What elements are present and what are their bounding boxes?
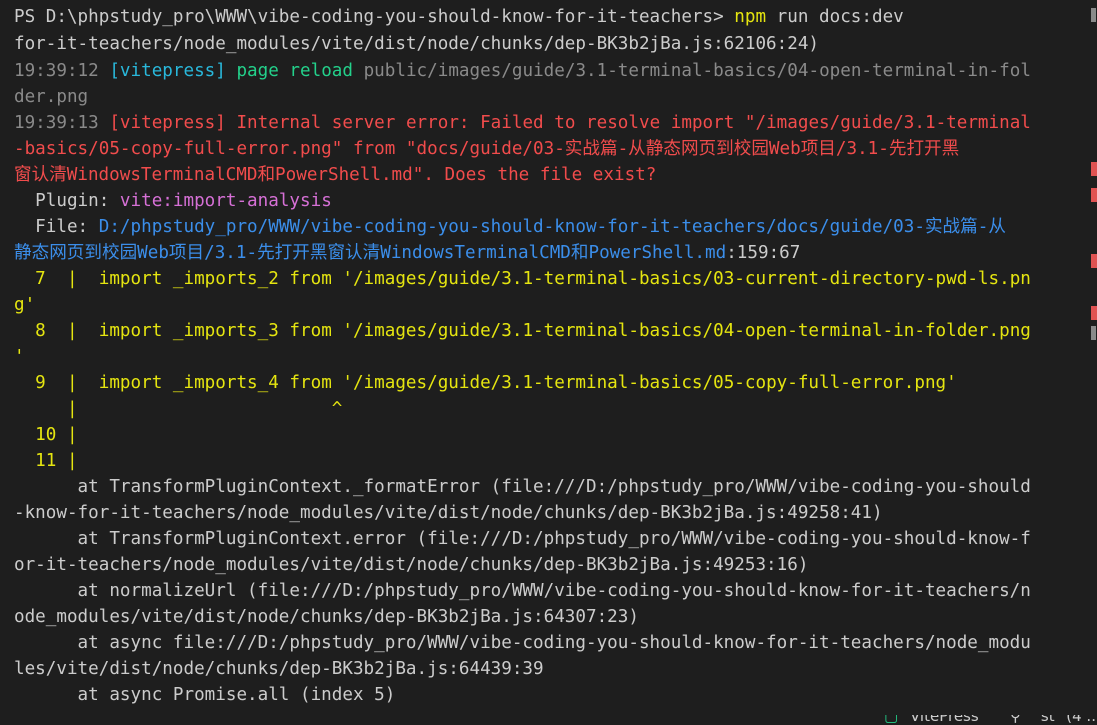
error-log-line: 19:39:13 [vitepress] Internal server err… <box>14 110 1031 136</box>
log-path: public/images/guide/3.1-terminal-basics/… <box>363 61 1031 81</box>
status-box-icon: ▢ <box>884 715 899 725</box>
scroll-marker <box>1091 8 1096 22</box>
scroll-marker <box>1091 326 1096 340</box>
file-position: :159:67 <box>726 243 801 263</box>
prompt-line: PS D:\phpstudy_pro\WWW\vibe-coding-you-s… <box>14 4 904 30</box>
error-marker <box>1091 162 1097 176</box>
code-gutter: 7 | <box>14 269 99 289</box>
prompt-path: PS D:\phpstudy_pro\WWW\vibe-coding-you-s… <box>14 7 724 27</box>
code-gutter: 8 | <box>14 321 99 341</box>
stack-frame-wrap: ode_modules/vite/dist/node/chunks/dep-BK… <box>14 607 639 627</box>
code-wrap: g' <box>14 295 36 315</box>
error-marker <box>1091 254 1097 268</box>
error-marker <box>1091 188 1097 202</box>
stack-frame: at async Promise.all (index 5) <box>14 685 396 705</box>
command-npm: npm <box>734 7 767 27</box>
file-label: File: <box>14 217 89 237</box>
log-timestamp: 19:39:13 <box>14 113 99 133</box>
stack-frame: at normalizeUrl (file:///D:/phpstudy_pro… <box>14 581 1031 601</box>
terminal-scrollbar[interactable] <box>1085 0 1097 700</box>
status-bar: ▢ VitePress ⚲ "st" (4 ... <box>0 715 1097 725</box>
log-tag: [vitepress] <box>109 113 226 133</box>
code-line-7: 7 | import _imports_2 from '/images/guid… <box>14 266 1031 292</box>
file-line-wrap: 静态网页到校园Web项目/3.1-先打开黑窗认清WindowsTerminalC… <box>14 240 800 266</box>
code-wrap: ' <box>14 347 25 367</box>
reload-log-line: 19:39:12 [vitepress] page reload public/… <box>14 58 1031 84</box>
code-line-11: 11 | <box>14 451 78 471</box>
log-message: page reload <box>236 61 353 81</box>
code-line-8: 8 | import _imports_3 from '/images/guid… <box>14 318 1031 344</box>
status-item-vitepress[interactable]: VitePress <box>910 715 979 725</box>
code-line-9: 9 | import _imports_4 from '/images/guid… <box>14 370 957 396</box>
error-caret-line: | ^ <box>14 399 343 419</box>
file-line: File: D:/phpstudy_pro/WWW/vibe-coding-yo… <box>14 214 1006 240</box>
code-text: import _imports_3 from '/images/guide/3.… <box>98 321 1031 341</box>
code-gutter: 9 | <box>14 373 99 393</box>
plugin-value: vite:import-analysis <box>109 191 332 211</box>
file-path-wrap[interactable]: 静态网页到校园Web项目/3.1-先打开黑窗认清WindowsTerminalC… <box>14 243 726 263</box>
stack-frame: at TransformPluginContext.error (file://… <box>14 529 1031 549</box>
terminal-output[interactable]: PS D:\phpstudy_pro\WWW\vibe-coding-you-s… <box>0 0 1080 725</box>
status-item-gear-icon: ⚲ <box>1010 715 1021 725</box>
plugin-line: Plugin: vite:import-analysis <box>14 188 332 214</box>
output-line: for-it-teachers/node_modules/vite/dist/n… <box>14 34 820 54</box>
error-message: Internal server error: Failed to resolve… <box>236 113 1031 133</box>
error-marker <box>1091 306 1097 320</box>
log-tag: [vitepress] <box>109 61 226 81</box>
stack-frame-wrap: or-it-teachers/node_modules/vite/dist/no… <box>14 555 809 575</box>
stack-frame-wrap: les/vite/dist/node/chunks/dep-BK3b2jBa.j… <box>14 659 544 679</box>
stack-frame-wrap: -know-for-it-teachers/node_modules/vite/… <box>14 503 883 523</box>
log-path-wrap: der.png <box>14 87 89 107</box>
command-args: run docs:dev <box>766 7 904 27</box>
stack-frame: at TransformPluginContext._formatError (… <box>14 477 1031 497</box>
status-item-symbol[interactable]: "st" (4 ... <box>1034 715 1097 725</box>
code-text: import _imports_4 from '/images/guide/3.… <box>98 373 957 393</box>
error-message-wrap: -basics/05-copy-full-error.png" from "do… <box>14 139 960 159</box>
log-timestamp: 19:39:12 <box>14 61 99 81</box>
code-text: import _imports_2 from '/images/guide/3.… <box>98 269 1031 289</box>
stack-frame: at async file:///D:/phpstudy_pro/WWW/vib… <box>14 633 1031 653</box>
file-path[interactable]: D:/phpstudy_pro/WWW/vibe-coding-you-shou… <box>88 217 1006 237</box>
code-line-10: 10 | <box>14 425 78 445</box>
plugin-label: Plugin: <box>14 191 110 211</box>
error-message-wrap: 窗认清WindowsTerminalCMD和PowerShell.md". Do… <box>14 165 657 185</box>
